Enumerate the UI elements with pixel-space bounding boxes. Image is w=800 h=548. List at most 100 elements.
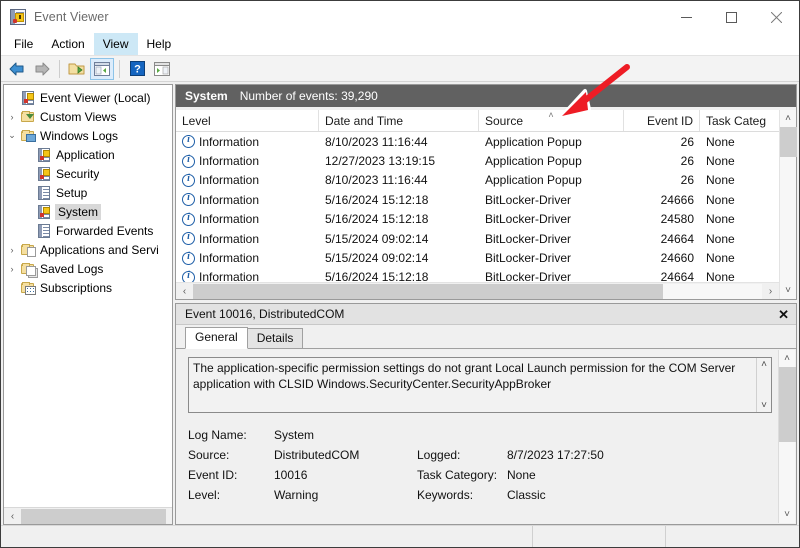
event-description-text: The application-specific permission sett…: [193, 361, 736, 391]
tab-details[interactable]: Details: [246, 328, 304, 348]
close-icon[interactable]: ✕: [778, 308, 789, 321]
show-hide-console-tree-icon[interactable]: [90, 57, 114, 80]
scroll-up-icon[interactable]: ˄: [761, 359, 767, 370]
detail-vscroll-track[interactable]: [778, 367, 796, 506]
table-row[interactable]: Information 8/10/2023 11:16:44 Applicati…: [176, 171, 779, 190]
list-vscroll-track[interactable]: [779, 127, 797, 282]
detail-banner: Event 10016, DistributedCOM ✕: [176, 304, 796, 325]
folder-monitor-icon: [20, 128, 36, 144]
tree-hscroll-thumb[interactable]: [21, 508, 166, 524]
scroll-left-icon[interactable]: ‹: [176, 284, 193, 299]
table-row[interactable]: Information 5/15/2024 09:02:14 BitLocker…: [176, 248, 779, 267]
list-banner: System Number of events: 39,290: [176, 85, 796, 107]
tree-item-windows-logs[interactable]: ⌄ Windows Logs: [4, 126, 172, 145]
column-header-task-category[interactable]: Task Categ: [700, 110, 779, 131]
list-vertical-scrollbar[interactable]: ˄ ˅: [779, 110, 797, 299]
scroll-right-icon[interactable]: ›: [762, 284, 779, 299]
menu-view[interactable]: View: [93, 33, 138, 55]
cell-event-id: 24580: [660, 212, 694, 227]
tree-hscroll-track[interactable]: [21, 508, 166, 524]
console-tree[interactable]: Event Viewer (Local) › Custom Views ⌄ Wi…: [4, 85, 172, 507]
table-row[interactable]: Information 12/27/2023 13:19:15 Applicat…: [176, 151, 779, 170]
cell-source: Application Popup: [485, 173, 582, 188]
minimize-button[interactable]: [664, 1, 709, 33]
field-value-log-name: System: [274, 428, 315, 442]
information-icon: [182, 135, 195, 149]
chevron-down-icon[interactable]: ⌄: [4, 130, 20, 141]
tree-item-security[interactable]: Security: [4, 164, 172, 183]
tree-item-applications-and-services[interactable]: › Applications and Servi: [4, 240, 172, 259]
toolbar: ?: [1, 56, 799, 82]
list-horizontal-scrollbar[interactable]: ‹ ›: [176, 282, 779, 299]
close-button[interactable]: [754, 1, 799, 33]
cell-event-id: 24664: [660, 270, 694, 282]
scroll-up-icon[interactable]: ˄: [780, 110, 797, 127]
back-arrow-icon[interactable]: [5, 58, 29, 80]
maximize-button[interactable]: [709, 1, 754, 33]
chevron-right-icon[interactable]: ›: [4, 264, 20, 274]
help-icon[interactable]: ?: [125, 58, 149, 80]
open-folder-icon[interactable]: [65, 58, 89, 80]
table-row[interactable]: Information 5/16/2024 15:12:18 BitLocker…: [176, 210, 779, 229]
description-scrollbar[interactable]: ˄ ˅: [756, 358, 771, 412]
scroll-down-icon[interactable]: ˅: [780, 282, 797, 299]
detail-vertical-scrollbar[interactable]: ˄ ˅: [778, 350, 796, 523]
event-description-box[interactable]: The application-specific permission sett…: [188, 357, 772, 413]
tree-item-event-viewer-local[interactable]: Event Viewer (Local): [4, 88, 172, 107]
cell-source: Application Popup: [485, 154, 582, 169]
detail-vscroll-thumb[interactable]: [778, 367, 796, 442]
field-value-blank: [507, 425, 772, 445]
tree-item-saved-logs[interactable]: › Saved Logs: [4, 259, 172, 278]
list-vscroll-thumb[interactable]: [779, 127, 797, 157]
cell-level: Information: [176, 135, 319, 149]
chevron-right-icon[interactable]: ›: [4, 112, 20, 122]
column-header-event-id[interactable]: Event ID: [624, 110, 700, 131]
scroll-left-icon[interactable]: ‹: [4, 509, 21, 524]
cell-task-category: None: [706, 173, 735, 188]
status-segment-2: [533, 526, 666, 547]
cell-task-category: None: [706, 134, 735, 149]
menu-file[interactable]: File: [5, 33, 42, 55]
show-hide-action-pane-icon[interactable]: [150, 58, 174, 80]
menu-help[interactable]: Help: [138, 33, 181, 55]
cell-source: BitLocker-Driver: [485, 192, 572, 207]
menu-action[interactable]: Action: [42, 33, 93, 55]
tab-general[interactable]: General: [185, 327, 248, 349]
list-hscroll-track[interactable]: [193, 283, 762, 299]
column-header-row: Level Date and Time ˄ Source Event ID Ta…: [176, 110, 779, 132]
field-label-blank: [417, 425, 507, 445]
cell-date: 5/16/2024 15:12:18: [325, 192, 429, 207]
tree-item-setup[interactable]: Setup: [4, 183, 172, 202]
chevron-right-icon[interactable]: ›: [4, 245, 20, 255]
event-log-icon: [10, 9, 26, 25]
field-label-keywords: Keywords:: [417, 488, 474, 502]
forward-arrow-icon[interactable]: [30, 58, 54, 80]
cell-task-category: None: [706, 154, 735, 169]
table-row[interactable]: Information 5/15/2024 09:02:14 BitLocker…: [176, 229, 779, 248]
field-label-level: Level:: [188, 488, 221, 502]
table-row[interactable]: Information 8/10/2023 11:16:44 Applicati…: [176, 132, 779, 151]
column-header-date-and-time[interactable]: Date and Time: [319, 110, 479, 131]
list-hscroll-thumb[interactable]: [193, 283, 663, 299]
cell-source: Application Popup: [485, 134, 582, 149]
column-header-source[interactable]: ˄ Source: [479, 110, 624, 131]
tree-horizontal-scrollbar[interactable]: ‹ ›: [4, 507, 172, 524]
tree-item-forwarded-events[interactable]: Forwarded Events: [4, 221, 172, 240]
tree-item-subscriptions[interactable]: Subscriptions: [4, 278, 172, 297]
event-rows[interactable]: Information 8/10/2023 11:16:44 Applicati…: [176, 132, 779, 282]
tree-item-custom-views[interactable]: › Custom Views: [4, 107, 172, 126]
detail-body: The application-specific permission sett…: [176, 349, 796, 524]
tree-item-system[interactable]: System: [4, 202, 172, 221]
cell-task-category: None: [706, 192, 735, 207]
scroll-down-icon[interactable]: ˅: [779, 506, 796, 523]
table-row[interactable]: Information 5/16/2024 15:12:18 BitLocker…: [176, 190, 779, 209]
title-bar: Event Viewer: [1, 1, 799, 33]
scroll-down-icon[interactable]: ˅: [761, 400, 767, 411]
cell-date: 12/27/2023 13:19:15: [325, 154, 436, 169]
event-detail-pane: Event 10016, DistributedCOM ✕ General De…: [175, 303, 797, 525]
scroll-up-icon[interactable]: ˄: [779, 350, 796, 367]
table-row[interactable]: Information 5/16/2024 15:12:18 BitLocker…: [176, 268, 779, 282]
tree-item-application[interactable]: Application: [4, 145, 172, 164]
cell-level: Information: [176, 232, 319, 246]
column-header-level[interactable]: Level: [176, 110, 319, 131]
